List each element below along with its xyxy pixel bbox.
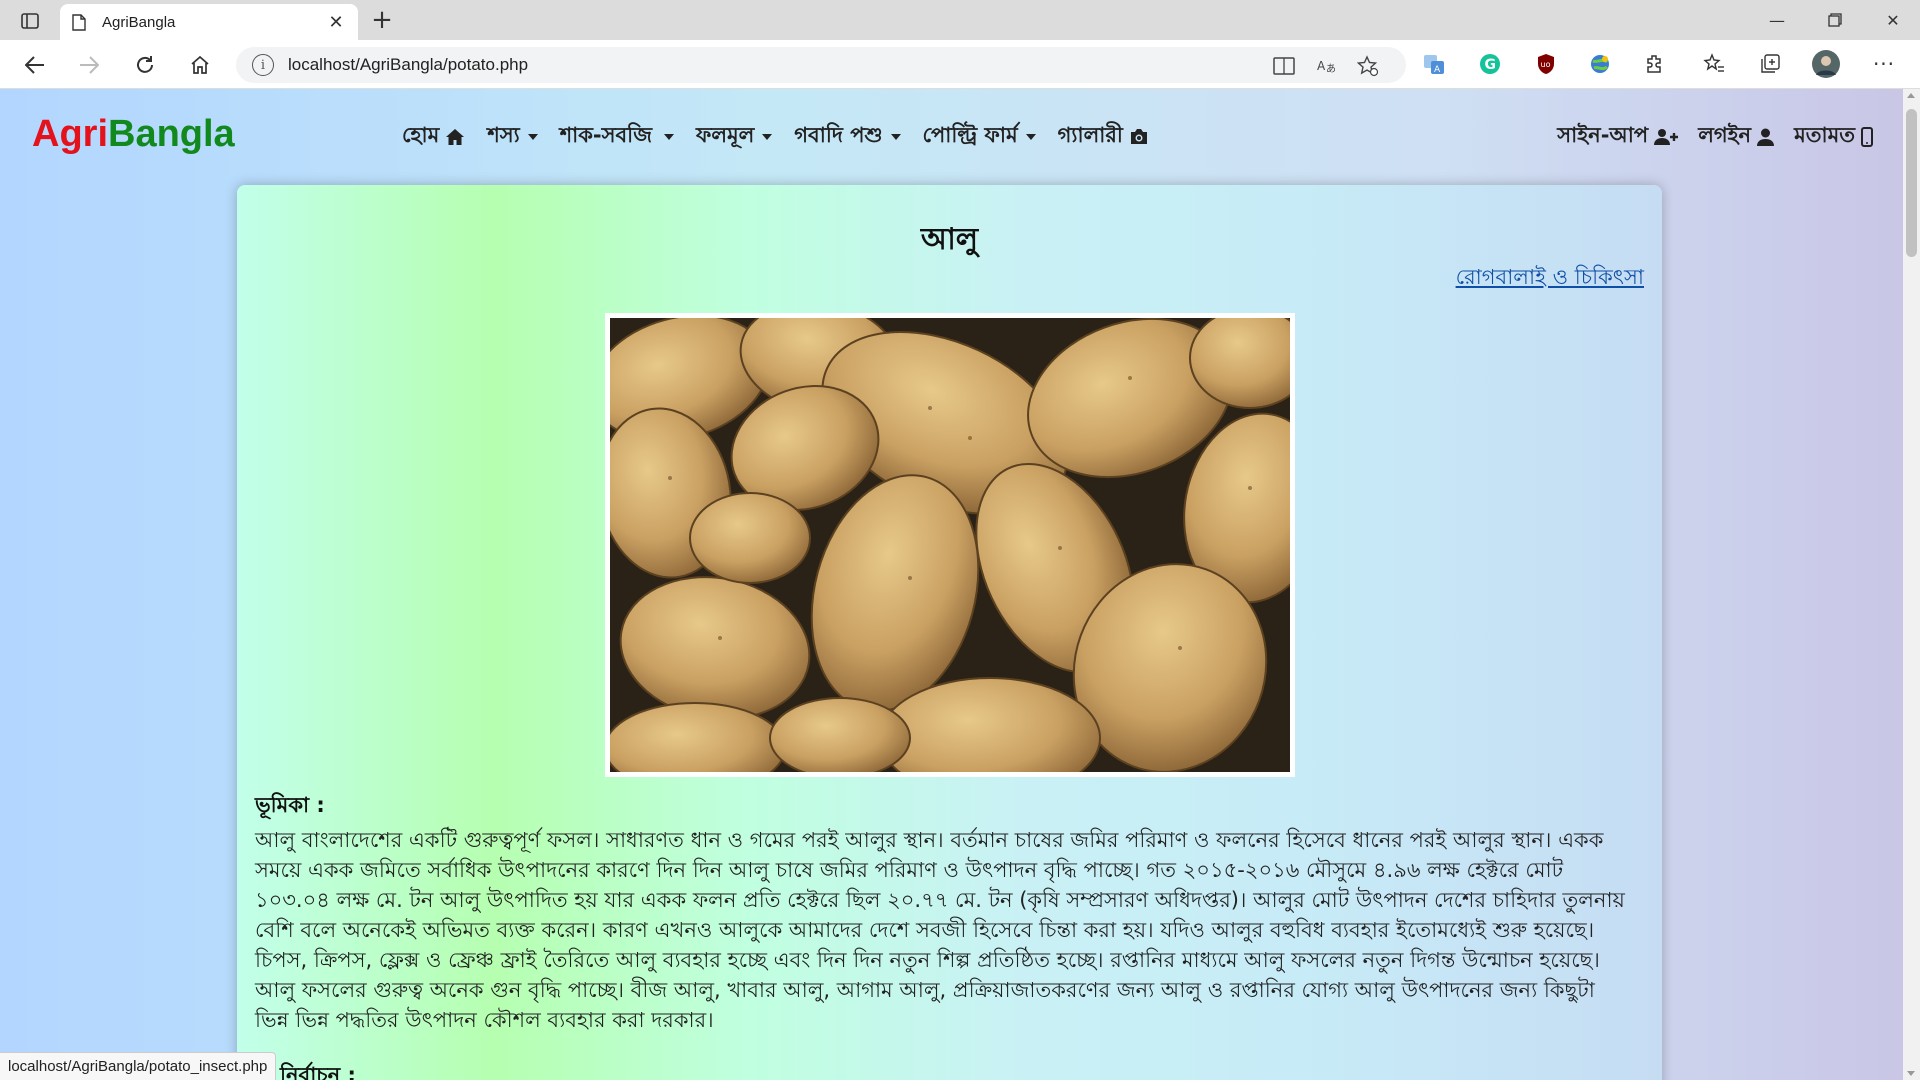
address-bar[interactable]: i localhost/AgriBangla/potato.php Aあ (236, 47, 1406, 83)
page-scrollbar[interactable] (1903, 89, 1920, 1080)
caret-down-icon (527, 133, 538, 140)
nav-vegetables[interactable]: শাক-সবজি (560, 119, 674, 154)
content-card: আলু রোগবালাই ও চিকিৎসা ভূমিকা: আলু বাংল… (237, 185, 1662, 1080)
browser-tab[interactable]: AgriBangla ✕ (60, 4, 358, 40)
close-window-icon[interactable]: ✕ (1864, 0, 1920, 40)
profile-avatar[interactable] (1812, 50, 1840, 78)
nav-home[interactable]: হোম (402, 119, 465, 154)
sidebar-icon[interactable] (14, 8, 46, 34)
add-favorite-icon[interactable] (1356, 54, 1380, 78)
caret-down-icon (1025, 133, 1036, 140)
caret-down-icon (663, 133, 674, 140)
nav-signup[interactable]: সাইন-আপ (1557, 119, 1679, 154)
nav-livestock[interactable]: গবাদি পশু (794, 119, 901, 154)
nav-fruits[interactable]: ফলমূল (696, 119, 773, 154)
ublock-icon[interactable]: uo (1532, 50, 1560, 78)
nav-crops[interactable]: শস্য (487, 119, 538, 154)
favorites-icon[interactable] (1700, 50, 1728, 78)
potatoes-photo (610, 318, 1290, 772)
tab-title: AgriBangla (102, 13, 176, 31)
grammarly-icon[interactable]: G (1476, 50, 1504, 78)
disease-treatment-link[interactable]: রোগবালাই ও চিকিৎসা (1456, 261, 1644, 296)
back-icon[interactable] (20, 50, 50, 80)
info-icon[interactable]: i (252, 54, 274, 76)
camera-icon (1130, 129, 1147, 144)
nav-feedback[interactable]: মতামত (1794, 119, 1873, 154)
translate-icon[interactable]: A (1420, 50, 1448, 78)
brand-logo[interactable]: AgriBangla (32, 113, 235, 156)
potato-image (605, 313, 1295, 777)
more-icon[interactable]: ··· (1870, 50, 1898, 78)
home-icon (446, 128, 465, 145)
restore-icon[interactable] (1806, 0, 1864, 40)
page-icon (72, 13, 90, 31)
link-status-bar: localhost/AgriBangla/potato_insect.php (0, 1052, 277, 1080)
page-viewport: AgriBangla হোম শস্য শাক-সবজি ফলমূল গবাদি… (0, 89, 1903, 1080)
nav-poultry[interactable]: পোল্ট্রি ফার্ম (923, 119, 1036, 154)
browser-toolbar: i localhost/AgriBangla/potato.php Aあ A G… (0, 40, 1920, 89)
extensions-icon[interactable] (1641, 50, 1669, 78)
read-aloud-icon[interactable]: Aあ (1314, 54, 1338, 78)
scroll-down-icon[interactable] (1907, 1071, 1915, 1076)
svg-text:G: G (1485, 57, 1497, 73)
mobile-icon (1861, 126, 1873, 147)
scroll-thumb[interactable] (1906, 109, 1917, 257)
svg-text:uo: uo (1541, 60, 1551, 69)
intro-heading: ভূমিকা : (255, 793, 325, 817)
new-tab-button[interactable]: + (368, 6, 396, 34)
intro-paragraph: আলু বাংলাদেশের একটি গুরুত্বপূর্ণ ফসল। সা… (255, 828, 1625, 1032)
user-plus-icon (1654, 128, 1679, 145)
main-menu: হোম শস্য শাক-সবজি ফলমূল গবাদি পশু পোল্ট্… (402, 119, 1149, 154)
browser-tab-bar: AgriBangla ✕ + — ✕ (0, 0, 1920, 40)
minimize-icon[interactable]: — (1748, 0, 1806, 40)
account-menu: সাইন-আপ লগইন মতামত (1557, 119, 1873, 154)
url-text: localhost/AgriBangla/potato.php (288, 55, 529, 74)
caret-down-icon (890, 133, 901, 140)
svg-text:A: A (1434, 65, 1441, 75)
globe-extension-icon[interactable] (1586, 50, 1614, 78)
svg-text:あ: あ (1326, 63, 1336, 75)
close-tab-icon[interactable]: ✕ (326, 12, 346, 33)
user-icon (1757, 128, 1775, 146)
reader-view-icon[interactable] (1272, 54, 1296, 78)
nav-gallery[interactable]: গ্যালারী (1058, 119, 1149, 154)
forward-icon[interactable] (74, 50, 104, 80)
svg-text:A: A (1317, 59, 1326, 73)
site-navbar: AgriBangla হোম শস্য শাক-সবজি ফলমূল গবাদি… (0, 89, 1903, 179)
nav-login[interactable]: লগইন (1698, 119, 1775, 154)
reload-icon[interactable] (130, 50, 160, 80)
collections-icon[interactable] (1756, 50, 1784, 78)
caret-down-icon (762, 133, 773, 140)
page-title: আলু (920, 222, 979, 257)
home-icon[interactable] (185, 50, 215, 80)
scroll-up-icon[interactable] (1907, 93, 1915, 98)
